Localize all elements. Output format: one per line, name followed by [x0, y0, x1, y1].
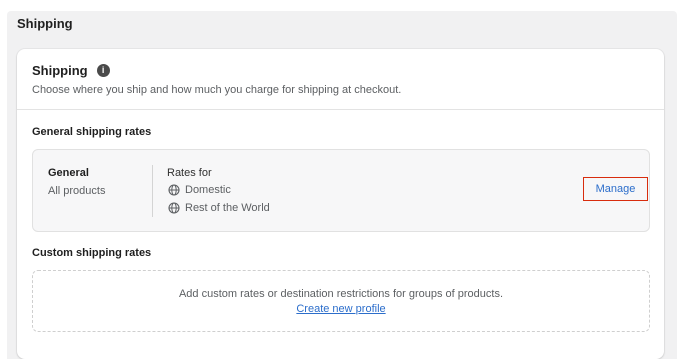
- manage-button[interactable]: Manage: [583, 177, 648, 201]
- custom-rates-empty-state: Add custom rates or destination restrict…: [32, 270, 650, 332]
- shipping-card: Shipping i Choose where you ship and how…: [17, 49, 664, 359]
- card-header: Shipping i Choose where you ship and how…: [17, 49, 664, 110]
- zone-item-domestic: Domestic: [168, 184, 231, 196]
- zone-item-rest-of-world: Rest of the World: [168, 202, 270, 214]
- general-profile-box: General All products Rates for Domestic: [32, 149, 650, 232]
- card-title: Shipping: [32, 63, 88, 78]
- rates-for-label: Rates for: [167, 167, 212, 179]
- custom-rates-description: Add custom rates or destination restrict…: [178, 288, 504, 300]
- profile-name: General: [48, 167, 89, 179]
- create-new-profile-link[interactable]: Create new profile: [296, 303, 385, 315]
- general-rates-heading: General shipping rates: [32, 126, 152, 138]
- profile-products: All products: [48, 185, 106, 197]
- info-icon[interactable]: i: [96, 64, 110, 77]
- zone-label: Rest of the World: [185, 202, 270, 214]
- globe-icon: [168, 184, 180, 196]
- globe-icon: [168, 202, 180, 214]
- card-subtitle: Choose where you ship and how much you c…: [32, 84, 402, 96]
- page-title: Shipping: [17, 16, 73, 31]
- zone-label: Domestic: [185, 184, 231, 196]
- divider: [152, 165, 153, 217]
- shipping-page: Shipping Shipping i Choose where you shi…: [7, 11, 677, 359]
- custom-rates-heading: Custom shipping rates: [32, 247, 152, 259]
